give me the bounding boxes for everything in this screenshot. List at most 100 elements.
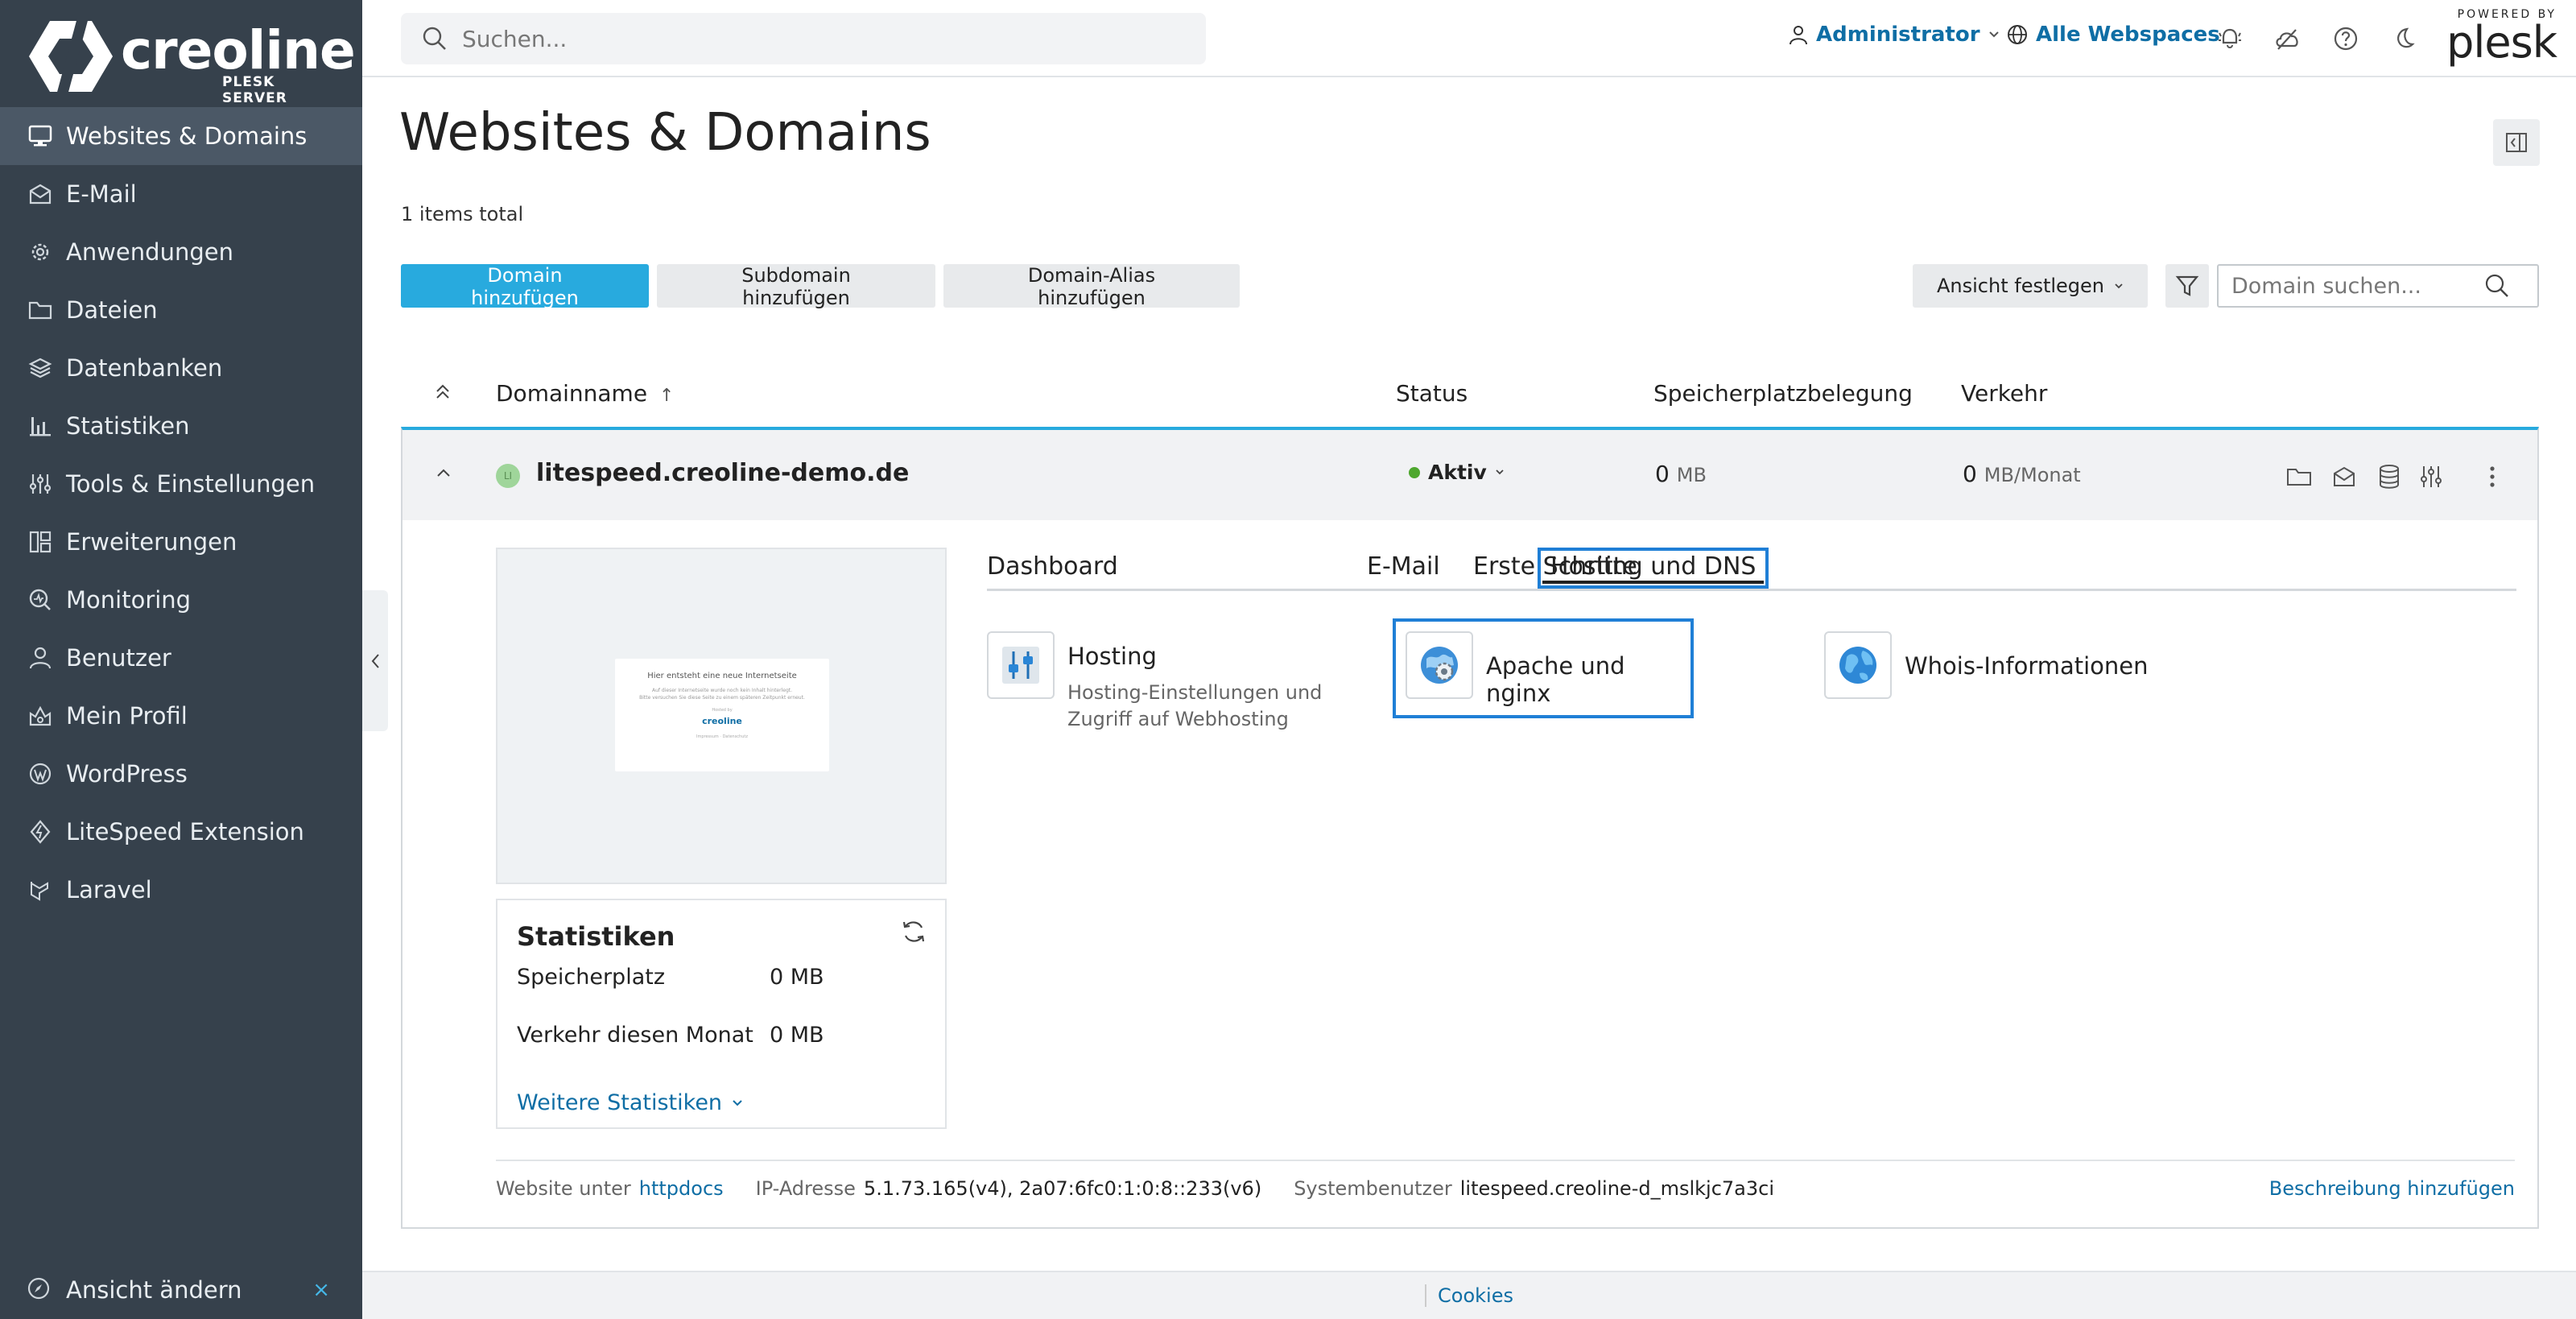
sidebar-item-litespeed-extension[interactable]: LiteSpeed Extension (0, 803, 362, 861)
folder-icon (26, 296, 55, 325)
collapse-all-icon[interactable] (435, 383, 451, 401)
page-title: Websites & Domains (399, 103, 931, 163)
search-input[interactable] (462, 25, 1170, 52)
preview-footer: Impressum · Datenschutz (696, 734, 748, 739)
sidebar-item-datenbanken[interactable]: Datenbanken (0, 339, 362, 397)
sidebar-item-wordpress[interactable]: WordPress (0, 745, 362, 803)
whois-tile[interactable]: Whois-Informationen (1824, 631, 2149, 699)
chevron-up-icon[interactable] (436, 467, 451, 478)
help-button[interactable] (2330, 23, 2362, 55)
domain-search[interactable] (2217, 264, 2539, 308)
sidebar-item-mein-profil[interactable]: Mein Profil (0, 687, 362, 745)
website-preview[interactable]: Hier entsteht eine neue Internetseite Au… (496, 548, 947, 884)
wordpress-icon (26, 759, 55, 788)
sidebar-collapse-handle[interactable] (362, 590, 388, 731)
column-header-label: Domainname (496, 380, 648, 407)
view-settings-button[interactable]: Ansicht festlegen (1913, 264, 2149, 308)
hosting-label: Hosting (1067, 643, 1157, 670)
add-description-link[interactable]: Beschreibung hinzufügen (2269, 1177, 2515, 1200)
tab-erste-schritte[interactable]: Erste Schritte (1473, 552, 1637, 581)
sliders-icon (26, 469, 55, 498)
chevron-down-icon (2115, 283, 2123, 288)
search-icon (423, 27, 446, 50)
mail-icon (26, 180, 55, 209)
preview-heading: Hier entsteht eine neue Internetseite (647, 672, 797, 680)
brand-subtitle: PLESK SERVER (222, 74, 287, 106)
add-domain-alias-button[interactable]: Domain-Alias hinzufügen (943, 264, 1240, 309)
hosting-tile[interactable]: Hosting Hosting-Einstellungen und Zugrif… (987, 631, 1373, 733)
add-domain-button[interactable]: Domain hinzufügen (401, 264, 649, 309)
sidebar-item-anwendungen[interactable]: Anwendungen (0, 223, 362, 281)
sidebar-item-laravel[interactable]: Laravel (0, 861, 362, 919)
table-row[interactable]: LI litespeed.creoline-demo.de Aktiv 0 MB… (402, 430, 2537, 520)
domain-search-input[interactable] (2219, 273, 2484, 299)
more-statistics-link[interactable]: Weitere Statistiken (517, 1090, 743, 1115)
column-header-status[interactable]: Status (1396, 380, 1468, 407)
ip-label: IP-Adresse (755, 1177, 856, 1200)
whois-globe-icon (1824, 631, 1892, 699)
column-header-traffic[interactable]: Verkehr (1961, 380, 2047, 407)
creoline-logo-icon (29, 18, 113, 95)
column-header-domain-name[interactable]: Domainname ↑ (496, 380, 674, 407)
system-user-value: litespeed.creoline-d_mslkjc7a3ci (1459, 1177, 1775, 1200)
sidebar-item-dateien[interactable]: Dateien (0, 281, 362, 339)
tab-email[interactable]: E-Mail (1367, 552, 1440, 581)
change-view-toggle[interactable]: Ansicht ändern × (0, 1260, 362, 1319)
filter-button[interactable] (2165, 264, 2209, 308)
traffic-usage: 0 MB/Monat (1963, 461, 2081, 487)
user-icon (1790, 26, 1807, 45)
sidebar-item-websites-domains[interactable]: Websites & Domains (0, 107, 362, 165)
global-search[interactable] (401, 13, 1206, 64)
sidebar-item-erweiterungen[interactable]: Erweiterungen (0, 513, 362, 571)
close-icon[interactable]: × (312, 1278, 330, 1302)
preview-text-line: Auf dieser Internetseite wurde noch kein… (651, 688, 793, 693)
user-menu-label: Administrator (1816, 23, 1980, 47)
refresh-icon[interactable] (900, 918, 927, 945)
status-badge[interactable]: Aktiv (1409, 461, 1505, 484)
mail-button[interactable] (2328, 461, 2360, 493)
sidebar-item-label: Statistiken (66, 412, 190, 440)
cookies-link[interactable]: Cookies (1425, 1284, 1513, 1307)
stat-row-traffic: Verkehr diesen Monat 0 MB (517, 1023, 824, 1048)
sidebar-item-email[interactable]: E-Mail (0, 165, 362, 223)
databases-button[interactable] (2373, 461, 2405, 493)
items-total: 1 items total (401, 203, 524, 225)
cloud-sync-button[interactable] (2272, 23, 2304, 55)
globe-icon (2008, 25, 2027, 44)
apache-nginx-tile[interactable]: Apache und nginx (1393, 618, 1694, 718)
add-subdomain-button[interactable]: Subdomain hinzufügen (657, 264, 935, 309)
hosting-description: Hosting-Einstellungen und Zugriff auf We… (1067, 681, 1323, 730)
httpdocs-link[interactable]: httpdocs (639, 1177, 724, 1200)
column-header-storage[interactable]: Speicherplatzbelegung (1653, 380, 1913, 407)
stat-value: 0 MB (770, 965, 824, 990)
domain-tabs: Dashboard Hosting und DNS E-Mail Erste S… (987, 548, 2516, 591)
change-view-label: Ansicht ändern (66, 1276, 242, 1304)
domain-favicon: LI (496, 464, 520, 488)
sidebar-item-benutzer[interactable]: Benutzer (0, 629, 362, 687)
sort-ascending-icon: ↑ (658, 386, 675, 406)
plesk-logo[interactable]: POWERED BY plesk (2444, 8, 2557, 72)
ip-value: 5.1.73.165(v4), 2a07:6fc0:1:0:8::233(v6) (863, 1177, 1262, 1200)
brand-name: creoline (121, 19, 356, 81)
user-menu[interactable]: Administrator (1789, 23, 2008, 47)
storage-usage: 0 MB (1655, 461, 1707, 487)
brand-logo[interactable]: creoline PLESK SERVER (29, 14, 356, 106)
page-footer: Cookies (362, 1271, 2576, 1319)
domain-name-link[interactable]: litespeed.creoline-demo.de (536, 459, 909, 487)
webspaces-switcher[interactable]: Alle Webspaces (2007, 23, 2220, 47)
top-header: Administrator Alle Webspaces POWERED BY … (362, 0, 2576, 77)
tab-dashboard[interactable]: Dashboard (987, 552, 1118, 581)
search-icon[interactable] (2484, 273, 2510, 299)
view-settings-label: Ansicht festlegen (1937, 275, 2105, 297)
sidebar-item-monitoring[interactable]: Monitoring (0, 571, 362, 629)
notifications-button[interactable] (2214, 23, 2246, 55)
layout-toggle-button[interactable] (2493, 119, 2540, 166)
dark-mode-toggle[interactable] (2388, 23, 2420, 55)
sidebar-item-label: Websites & Domains (66, 122, 308, 150)
file-manager-button[interactable] (2283, 461, 2315, 493)
more-actions-button[interactable] (2476, 461, 2508, 493)
sidebar-item-statistiken[interactable]: Statistiken (0, 397, 362, 455)
settings-button[interactable] (2415, 461, 2447, 493)
status-dot-icon (1409, 466, 1420, 478)
sidebar-item-tools-einstellungen[interactable]: Tools & Einstellungen (0, 455, 362, 513)
